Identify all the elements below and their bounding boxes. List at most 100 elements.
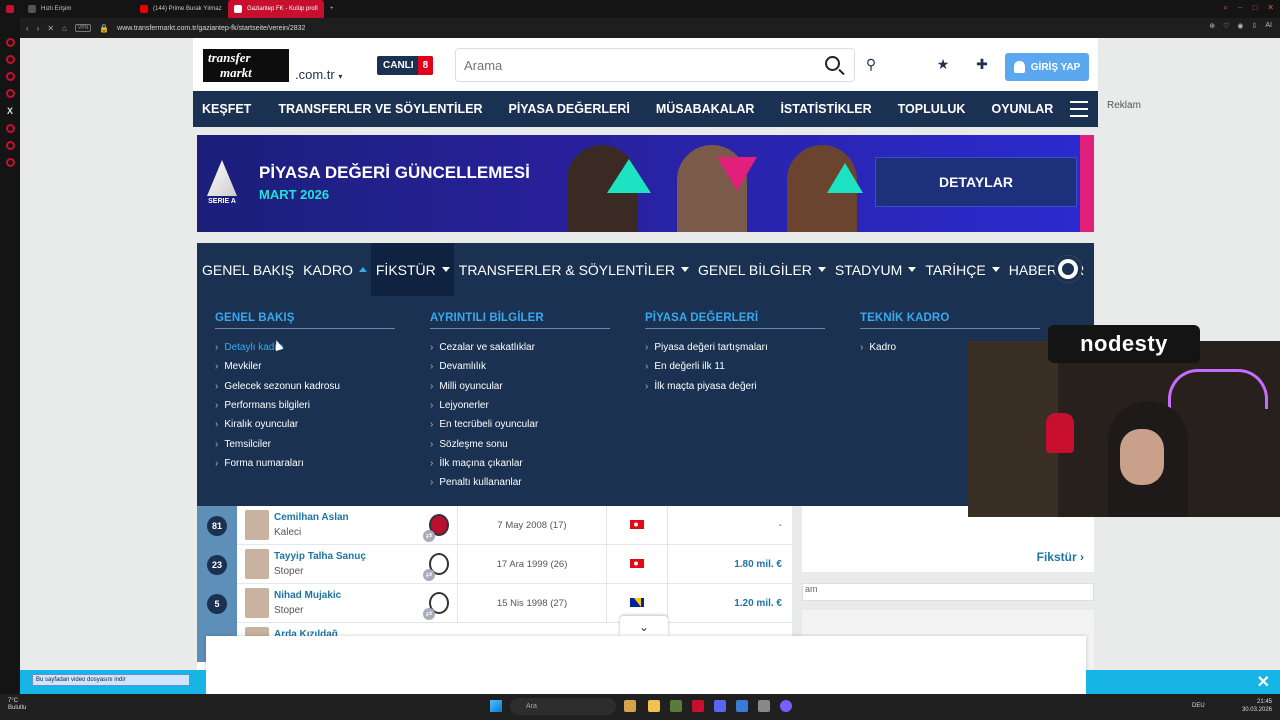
table-row[interactable]: 5 Nihad Mujakic Stoper ⇄ 15 Nis 1998 (27…	[197, 584, 792, 623]
taskbar-search[interactable]: Ara	[510, 698, 616, 715]
discord-icon[interactable]	[714, 700, 726, 712]
nav-item-games[interactable]: OYUNLAR	[974, 102, 1062, 116]
menu-item[interactable]: Performans bilgileri	[215, 396, 395, 415]
download-icon[interactable]: ⇩	[1252, 22, 1258, 30]
competition-select[interactable]: am	[802, 583, 1094, 601]
scroll-down-chevron-icon[interactable]: ⌄	[620, 616, 668, 638]
taskbar-app-icon[interactable]	[736, 700, 748, 712]
table-row[interactable]: 23 Tayyip Talha Sanuç Stoper ⇄ 17 Ara 19…	[197, 545, 792, 584]
taskbar-app-icon[interactable]	[758, 700, 770, 712]
close-ad-icon[interactable]: ✕	[1257, 672, 1270, 692]
details-button[interactable]: DETAYLAR	[875, 157, 1077, 207]
live-button[interactable]: CANLI 8	[377, 56, 434, 75]
bookmark-icon[interactable]: ♡	[1223, 22, 1229, 30]
tab-youtube[interactable]: (144) Prime Burak Yılmaz	[134, 0, 228, 18]
taskbar-app-icon[interactable]	[624, 700, 636, 712]
player-photo[interactable]	[245, 510, 269, 540]
tab-transfermarkt[interactable]: Gaziantep FK - Kulüp profi	[228, 0, 324, 18]
sidebar-app-icon[interactable]	[5, 72, 15, 81]
player-name-link[interactable]: Cemilhan Aslan	[274, 512, 349, 523]
browser-taskbar-icon[interactable]	[692, 700, 704, 712]
menu-item-detailed-squad[interactable]: Detaylı kadro	[215, 338, 395, 357]
site-logo[interactable]: transfer markt	[203, 49, 289, 82]
home-icon[interactable]: ⌂	[62, 24, 67, 33]
extension-icon[interactable]: ◉	[1237, 22, 1243, 30]
club-tab-squad[interactable]: KADRO	[298, 243, 371, 296]
search-input[interactable]	[456, 49, 796, 81]
nav-item-statistics[interactable]: İSTATİSTİKLER	[763, 102, 880, 116]
menu-item[interactable]: Penaltı kullananlar	[430, 473, 610, 492]
player-name-link[interactable]: Tayyip Talha Sanuç	[274, 551, 366, 562]
menu-item[interactable]: İlk maçına çıkanlar	[430, 454, 610, 473]
club-tab-overview[interactable]: GENEL BAKIŞ	[197, 243, 298, 296]
minimize-icon[interactable]: –	[1238, 3, 1242, 13]
club-tab-transfers[interactable]: TRANSFERLER & SÖYLENTİLER	[454, 243, 693, 296]
nav-item-transfers[interactable]: TRANSFERLER VE SÖYLENTİLER	[260, 102, 491, 116]
nav-item-community[interactable]: TOPLULUK	[881, 102, 975, 116]
menu-item[interactable]: En tecrübeli oyuncular	[430, 415, 610, 434]
file-explorer-icon[interactable]	[648, 700, 660, 712]
login-button[interactable]: GİRİŞ YAP	[1005, 53, 1089, 81]
back-icon[interactable]: ‹	[26, 24, 29, 33]
menu-item[interactable]: Sözleşme sonu	[430, 434, 610, 453]
player-photo[interactable]	[245, 549, 269, 579]
sidebar-app-icon[interactable]	[5, 124, 15, 133]
sidebar-app-icon[interactable]	[5, 89, 15, 98]
menu-item[interactable]: Forma numaraları	[215, 454, 395, 473]
club-tab-history[interactable]: TARİHÇE	[920, 243, 1003, 296]
menu-item[interactable]: Milli oyuncular	[430, 377, 610, 396]
menu-item[interactable]: Piyasa değeri tartışmaları	[645, 338, 825, 357]
browser-menu-icon[interactable]	[0, 0, 22, 18]
sidebar-app-icon[interactable]	[5, 158, 15, 167]
fixture-link[interactable]: Fikstür ›	[1037, 550, 1084, 564]
user-search-icon[interactable]: ⚲	[861, 54, 881, 74]
market-value[interactable]: 1.20 mil. €	[734, 584, 782, 623]
table-row[interactable]: 81 Cemilhan Aslan Kaleci ⇄ 7 May 2008 (1…	[197, 506, 792, 545]
sidebar-app-icon[interactable]	[5, 38, 15, 47]
menu-item[interactable]: Lejyonerler	[430, 396, 610, 415]
club-tab-fixtures[interactable]: FİKSTÜR	[370, 243, 454, 296]
menu-item[interactable]: Devamlılık	[430, 357, 610, 376]
menu-item[interactable]: En değerli ilk 11	[645, 357, 825, 376]
shield-icon[interactable]: ✚	[972, 54, 992, 74]
menu-item[interactable]: İlk maçta piyasa değeri	[645, 377, 825, 396]
menu-item[interactable]: Temsilciler	[215, 434, 395, 453]
domain-selector[interactable]: .com.tr ▾	[295, 67, 342, 82]
video-download-bar[interactable]: Bu sayfadan video dosyasını indir	[32, 674, 190, 686]
player-photo[interactable]	[245, 588, 269, 618]
url-text[interactable]: www.transfermarkt.com.tr/gaziantep-fk/st…	[117, 25, 305, 32]
tab-quick-access[interactable]: Hızlı Erişim	[22, 0, 134, 18]
vpn-badge[interactable]: VPN	[74, 24, 92, 32]
system-clock[interactable]: 21:45 30.03.2026	[1242, 698, 1272, 714]
market-value[interactable]: 1.80 mil. €	[734, 545, 782, 584]
bookmark-list-icon[interactable]: ★	[933, 54, 953, 74]
search-icon[interactable]	[825, 56, 840, 71]
zoom-icon[interactable]: ⊕	[1209, 22, 1215, 30]
menu-item[interactable]: Mevkiler	[215, 357, 395, 376]
close-window-icon[interactable]: ✕	[1267, 3, 1274, 13]
x-icon[interactable]: X	[7, 106, 13, 116]
new-tab-button[interactable]: +	[324, 0, 338, 18]
sidebar-app-icon[interactable]	[5, 55, 15, 64]
club-tab-stadium[interactable]: STADYUM	[830, 243, 920, 296]
menu-item[interactable]: Gelecek sezonun kadrosu	[215, 377, 395, 396]
taskbar-app-icon[interactable]	[780, 700, 792, 712]
club-tab-general-info[interactable]: GENEL BİLGİLER	[693, 243, 830, 296]
gear-icon[interactable]	[1054, 255, 1082, 283]
hamburger-menu-icon[interactable]	[1070, 101, 1088, 117]
player-name-link[interactable]: Nihad Mujakic	[274, 590, 341, 601]
promo-banner[interactable]: SERIE A PİYASA DEĞERİ GÜNCELLEMESİ MART …	[197, 135, 1094, 232]
menu-item[interactable]: Kiralık oyuncular	[215, 415, 395, 434]
nav-item-explore[interactable]: KEŞFET	[193, 102, 260, 116]
input-language[interactable]: DEU	[1192, 703, 1205, 709]
search-tabs-icon[interactable]: ⌕	[1224, 3, 1228, 13]
nav-item-competitions[interactable]: MÜSABAKALAR	[639, 102, 764, 116]
windows-start-icon[interactable]	[490, 700, 502, 712]
reload-icon[interactable]: ✕	[47, 24, 54, 33]
weather-widget[interactable]: 7°C Bulutlu	[8, 698, 26, 712]
sidebar-app-icon[interactable]	[5, 141, 15, 150]
taskbar-app-icon[interactable]	[670, 700, 682, 712]
nav-item-market-values[interactable]: PİYASA DEĞERLERİ	[492, 102, 639, 116]
maximize-icon[interactable]: □	[1252, 3, 1257, 13]
menu-item[interactable]: Cezalar ve sakatlıklar	[430, 338, 610, 357]
